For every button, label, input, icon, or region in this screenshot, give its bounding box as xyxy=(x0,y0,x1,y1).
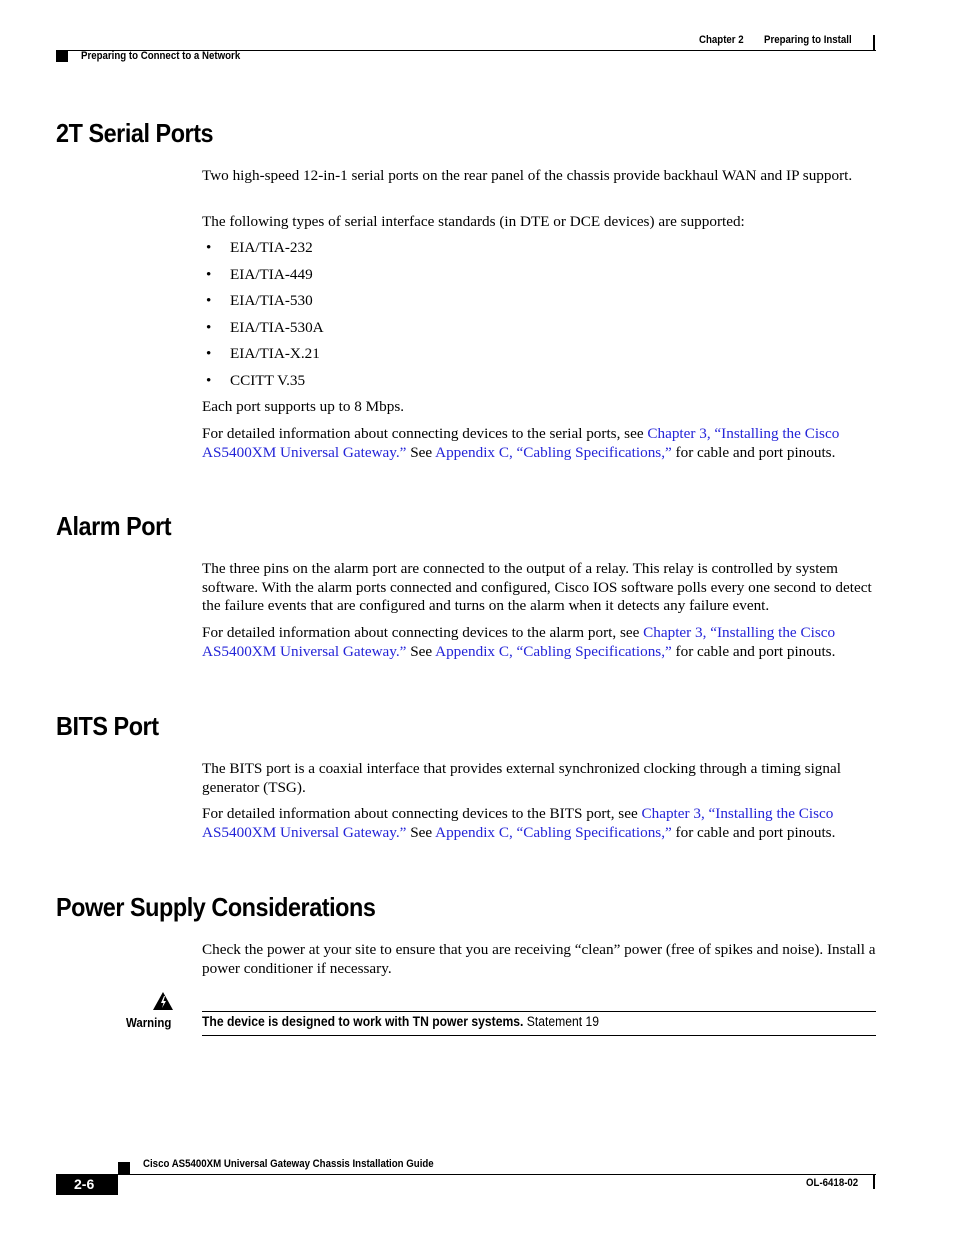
bullet-icon: • xyxy=(206,372,212,389)
footer-vertical-bar xyxy=(873,1175,875,1189)
link-appendix-c[interactable]: Appendix C, “Cabling Specifications,” xyxy=(435,824,672,841)
bits-body: The BITS port is a coaxial interface tha… xyxy=(202,760,841,796)
bits-reference: For detailed information about connectin… xyxy=(202,805,882,842)
link-appendix-c[interactable]: Appendix C, “Cabling Specifications,” xyxy=(435,643,672,660)
warning-icon xyxy=(153,992,173,1010)
reference-text: for cable and port pinouts. xyxy=(671,823,836,841)
list-item: CCITT V.35 xyxy=(230,372,306,389)
warning-bottom-rule xyxy=(202,1035,876,1036)
alarm-body: The three pins on the alarm port are con… xyxy=(202,560,872,615)
list-item: EIA/TIA-232 xyxy=(230,239,313,256)
bullet-icon: • xyxy=(206,319,212,336)
footer-block-marker xyxy=(118,1162,130,1174)
warning-label: Warning xyxy=(126,1015,172,1030)
power-body: Check the power at your site to ensure t… xyxy=(202,941,876,977)
list-item: EIA/TIA-449 xyxy=(230,266,313,283)
heading-serial-ports: 2T Serial Ports xyxy=(56,118,214,148)
serial-speed: Each port supports up to 8 Mbps. xyxy=(202,398,405,415)
footer-rule xyxy=(56,1174,876,1175)
serial-intro: Two high-speed 12-in-1 serial ports on t… xyxy=(202,167,853,184)
reference-text: See xyxy=(406,823,436,841)
warning-statement: Statement 19 xyxy=(523,1014,600,1029)
reference-text: See xyxy=(406,443,436,461)
reference-text: for cable and port pinouts. xyxy=(671,443,836,461)
reference-text: For detailed information about connectin… xyxy=(202,624,644,641)
bullet-icon: • xyxy=(206,292,212,309)
bullet-icon: • xyxy=(206,239,212,256)
footer-page-box: 2-6 xyxy=(56,1175,118,1195)
list-item: EIA/TIA-530 xyxy=(230,292,313,309)
serial-list-intro: The following types of serial interface … xyxy=(202,213,745,230)
reference-text: For detailed information about connectin… xyxy=(202,805,642,822)
header-section: Preparing to Connect to a Network xyxy=(81,50,241,62)
warning-top-rule xyxy=(202,1011,876,1012)
reference-text: For detailed information about connectin… xyxy=(202,425,648,442)
warning-text: The device is designed to work with TN p… xyxy=(202,1014,599,1029)
header-chapter: Chapter 2 xyxy=(699,34,744,46)
header-block-marker xyxy=(56,51,68,62)
list-item: EIA/TIA-530A xyxy=(230,319,324,336)
bullet-icon: • xyxy=(206,345,212,362)
footer-guide-title: Cisco AS5400XM Universal Gateway Chassis… xyxy=(143,1158,434,1170)
list-item: EIA/TIA-X.21 xyxy=(230,345,320,362)
reference-text: for cable and port pinouts. xyxy=(671,642,836,660)
heading-alarm-port: Alarm Port xyxy=(56,511,172,541)
warning-bold-text: The device is designed to work with TN p… xyxy=(202,1014,524,1029)
heading-bits-port: BITS Port xyxy=(56,711,159,741)
page-number: 2-6 xyxy=(74,1176,95,1192)
header-vertical-bar xyxy=(873,35,875,50)
reference-text: See xyxy=(406,642,436,660)
alarm-reference: For detailed information about connectin… xyxy=(202,624,882,661)
bullet-icon: • xyxy=(206,266,212,283)
heading-power-supply: Power Supply Considerations xyxy=(56,892,376,922)
link-appendix-c[interactable]: Appendix C, “Cabling Specifications,” xyxy=(435,444,672,461)
header-chapter-title: Preparing to Install xyxy=(764,34,852,46)
serial-reference: For detailed information about connectin… xyxy=(202,425,882,462)
footer-doc-id: OL-6418-02 xyxy=(806,1177,859,1189)
